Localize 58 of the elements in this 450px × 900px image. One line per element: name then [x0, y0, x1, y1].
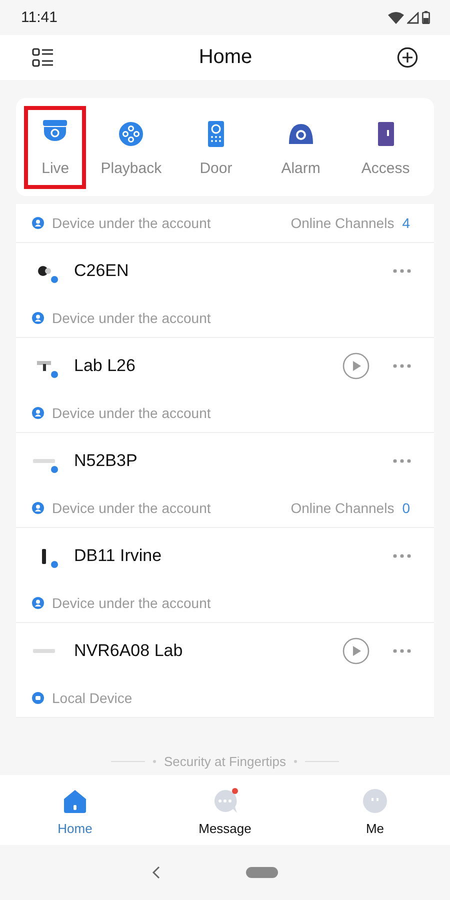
play-button[interactable]	[342, 637, 370, 665]
nav-tab[interactable]: Message	[165, 775, 285, 845]
play-button[interactable]	[342, 352, 370, 380]
home-pill[interactable]	[246, 867, 278, 878]
device-name: C26EN	[74, 261, 130, 281]
device-row[interactable]: DB11 Irvine	[16, 528, 434, 584]
device-name: NVR6A08 Lab	[74, 641, 184, 661]
nav-tab[interactable]: Me	[315, 775, 435, 845]
more-button[interactable]	[392, 268, 412, 274]
face-circle-icon	[361, 787, 389, 815]
device-name: DB11 Irvine	[74, 546, 163, 566]
device-name: Lab L26	[74, 356, 136, 376]
home-icon	[61, 787, 89, 815]
doorbell-thumb-icon	[42, 548, 46, 564]
account-icon	[32, 502, 44, 514]
account-icon	[32, 312, 44, 324]
device-row[interactable]: Lab L26	[16, 338, 434, 394]
shortcut-button[interactable]: Access	[346, 106, 426, 188]
source-label: Local Device	[52, 690, 134, 706]
back-icon[interactable]	[152, 866, 160, 879]
local-device-icon	[32, 692, 44, 704]
page-title: Home	[198, 46, 252, 69]
more-button[interactable]	[392, 553, 412, 559]
shortcut-button[interactable]: Door	[176, 106, 256, 188]
camera-thumb-icon	[38, 266, 50, 276]
wifi-icon	[388, 12, 404, 24]
device-row[interactable]: C26EN	[16, 243, 434, 299]
channels-label: Online Channels	[290, 215, 394, 231]
shortcut-button[interactable]: Playback	[91, 106, 172, 188]
nav-tab[interactable]: Home	[15, 775, 135, 845]
shortcut-button[interactable]: Alarm	[260, 106, 341, 188]
channels-count: 0	[402, 500, 410, 516]
recorder-thumb-icon	[33, 459, 55, 463]
add-icon[interactable]	[396, 47, 418, 68]
more-button[interactable]	[392, 458, 412, 464]
source-label: Device under the account	[52, 595, 212, 611]
account-icon	[32, 217, 44, 229]
battery-icon	[422, 11, 430, 24]
signal-icon	[407, 12, 419, 24]
source-label: Device under the account	[52, 215, 212, 231]
status-time: 11:41	[21, 9, 58, 26]
bullet-camera-thumb-icon	[37, 361, 51, 371]
account-icon	[32, 597, 44, 609]
more-button[interactable]	[392, 363, 412, 369]
channels-label: Online Channels	[290, 500, 394, 516]
source-label: Device under the account	[52, 500, 212, 516]
recorder-thumb-icon	[33, 649, 55, 653]
account-icon	[32, 407, 44, 419]
device-name: N52B3P	[74, 451, 138, 471]
device-row[interactable]: N52B3P	[16, 433, 434, 489]
menu-icon[interactable]	[32, 48, 54, 68]
channels-count: 4	[402, 215, 410, 231]
source-label: Device under the account	[52, 310, 212, 326]
more-button[interactable]	[392, 648, 412, 654]
shortcut-button[interactable]: Live	[24, 106, 86, 188]
device-row[interactable]: NVR6A08 Lab	[16, 623, 434, 679]
slogan-text: Security at Fingertips	[164, 754, 286, 768]
source-label: Device under the account	[52, 405, 212, 421]
